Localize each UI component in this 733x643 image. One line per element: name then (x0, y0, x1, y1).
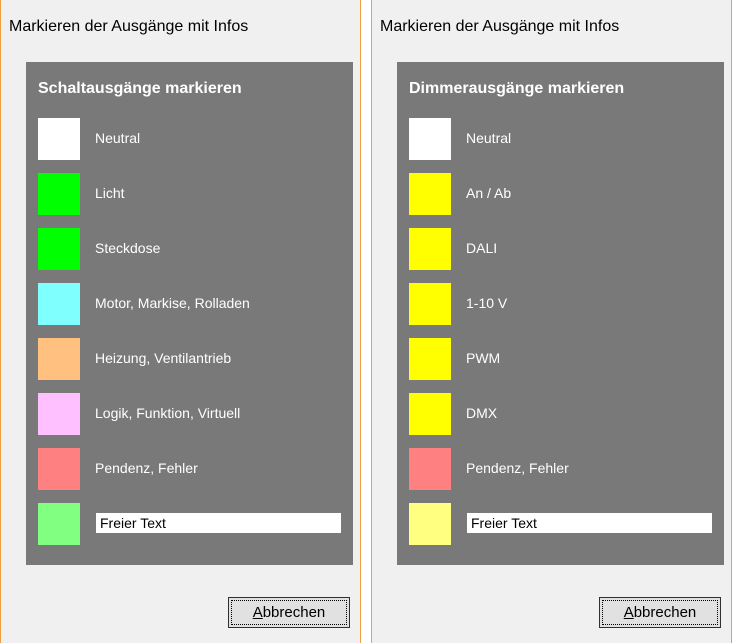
marker-panel: Dimmerausgänge markieren Neutral An / Ab… (397, 62, 724, 565)
marker-label: DALI (466, 240, 498, 256)
marker-label: 1-10 V (466, 295, 508, 311)
marker-label: Pendenz, Fehler (466, 460, 569, 476)
color-swatch[interactable] (38, 338, 80, 380)
color-swatch[interactable] (409, 338, 451, 380)
marker-label: Licht (95, 185, 125, 201)
color-swatch[interactable] (409, 503, 451, 545)
dialog-title: Markieren der Ausgänge mit Infos (380, 18, 620, 35)
color-swatch[interactable] (409, 118, 451, 160)
marker-panel: Schaltausgänge markieren Neutral Licht S… (26, 62, 353, 565)
dialog-dimmer-outputs: Markieren der Ausgänge mit Infos Dimmera… (371, 0, 732, 643)
color-swatch[interactable] (38, 173, 80, 215)
panel-heading: Schaltausgänge markieren (38, 80, 242, 97)
cancel-button[interactable]: Abbrechen (228, 597, 350, 628)
marker-label: Pendenz, Fehler (95, 460, 198, 476)
dialog-title: Markieren der Ausgänge mit Infos (9, 18, 249, 35)
cancel-button-label: Abbrechen (231, 600, 347, 625)
color-swatch[interactable] (38, 503, 80, 545)
marker-label: PWM (466, 350, 501, 366)
free-text-input[interactable] (466, 512, 713, 534)
panel-heading: Dimmerausgänge markieren (409, 80, 625, 97)
color-swatch[interactable] (38, 228, 80, 270)
cancel-button[interactable]: Abbrechen (599, 597, 721, 628)
color-swatch[interactable] (409, 173, 451, 215)
marker-label: Logik, Funktion, Virtuell (95, 405, 241, 421)
marker-label: An / Ab (466, 185, 512, 201)
color-swatch[interactable] (409, 283, 451, 325)
cancel-button-label: Abbrechen (602, 600, 718, 625)
free-text-input[interactable] (95, 512, 342, 534)
color-swatch[interactable] (409, 393, 451, 435)
marker-label: Motor, Markise, Rolladen (95, 295, 250, 311)
color-swatch[interactable] (409, 448, 451, 490)
dialog-switch-outputs: Markieren der Ausgänge mit Infos Schalta… (0, 0, 361, 643)
color-swatch[interactable] (38, 448, 80, 490)
color-swatch[interactable] (38, 283, 80, 325)
marker-label: Neutral (466, 130, 512, 146)
marker-label: Neutral (95, 130, 141, 146)
color-swatch[interactable] (38, 393, 80, 435)
marker-label: Steckdose (95, 240, 161, 256)
color-swatch[interactable] (38, 118, 80, 160)
marker-label: Heizung, Ventilantrieb (95, 350, 232, 366)
color-swatch[interactable] (409, 228, 451, 270)
marker-label: DMX (466, 405, 498, 421)
